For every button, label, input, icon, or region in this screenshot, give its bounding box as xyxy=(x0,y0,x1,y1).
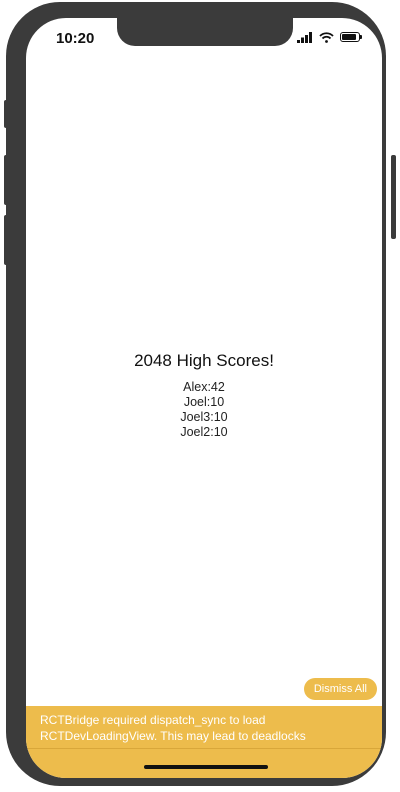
status-icons xyxy=(297,30,362,44)
signal-icon xyxy=(297,31,312,43)
wifi-icon xyxy=(319,31,334,43)
score-item: Joel3:10 xyxy=(180,410,228,424)
power-button xyxy=(391,155,396,239)
home-indicator[interactable] xyxy=(144,765,268,769)
score-item: Joel2:10 xyxy=(180,425,228,439)
warning-message: RCTBridge required dispatch_sync to load… xyxy=(40,713,306,743)
score-item: Joel:10 xyxy=(183,395,225,409)
page-title: 2048 High Scores! xyxy=(134,351,274,370)
battery-level xyxy=(342,34,356,40)
phone-frame: 10:20 2048 High Scores! Alex:42 Joel:10 … xyxy=(6,2,386,786)
banner-divider xyxy=(26,748,382,749)
phone-screen: 10:20 2048 High Scores! Alex:42 Joel:10 … xyxy=(26,18,382,778)
notch xyxy=(117,18,293,46)
high-scores-panel: 2048 High Scores! Alex:42 Joel:10 Joel3:… xyxy=(26,351,382,440)
dismiss-all-button[interactable]: Dismiss All xyxy=(303,678,377,700)
battery-icon xyxy=(340,32,362,42)
status-time: 10:20 xyxy=(56,30,95,47)
score-item: Alex:42 xyxy=(183,380,225,394)
